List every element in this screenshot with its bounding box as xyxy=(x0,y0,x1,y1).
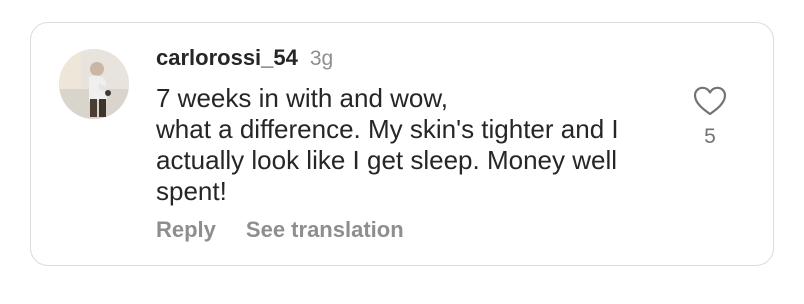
heart-outline-icon[interactable] xyxy=(692,85,728,117)
reply-button[interactable]: Reply xyxy=(156,217,216,243)
comment-actions: Reply See translation xyxy=(156,217,404,243)
comment-line: 7 weeks in with and wow, xyxy=(156,83,448,113)
see-translation-button[interactable]: See translation xyxy=(246,217,404,243)
like-count: 5 xyxy=(704,125,716,148)
comment-line: actually look like I get sleep. Money we… xyxy=(156,145,618,175)
comment-line: what a difference. My skin's tighter and… xyxy=(156,114,619,144)
username-link[interactable]: carlorossi_54 xyxy=(156,45,298,71)
comment-line: spent! xyxy=(156,176,227,206)
comment-text: 7 weeks in with and wow, what a differen… xyxy=(156,83,716,207)
avatar-photo xyxy=(59,49,129,119)
comment-card: carlorossi_54 3g 7 weeks in with and wow… xyxy=(30,22,774,266)
avatar[interactable] xyxy=(59,49,129,119)
comment-header: carlorossi_54 3g xyxy=(156,45,333,75)
comment-timestamp: 3g xyxy=(309,47,334,70)
